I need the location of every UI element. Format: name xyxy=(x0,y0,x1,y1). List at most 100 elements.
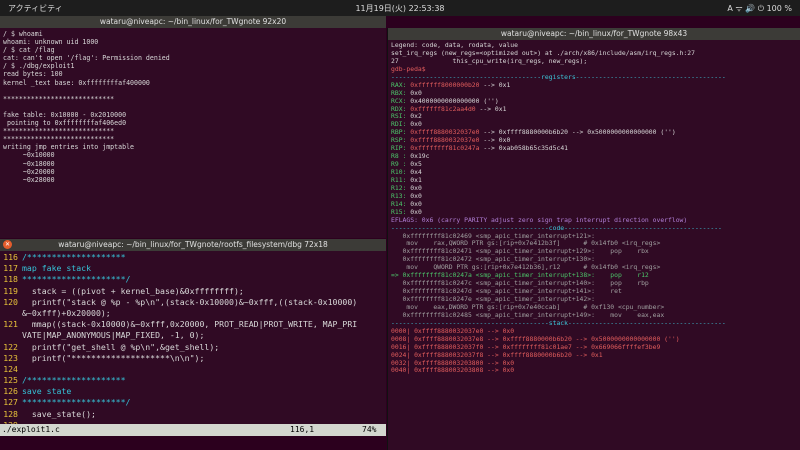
gdb-text: 0xffffffff81c02469 <smp_apic_timer_inter… xyxy=(391,231,595,240)
gdb-text: 0x4 xyxy=(410,168,422,176)
gdb-text: --> 0xffff8880000b6b20 --> 0x50000000000… xyxy=(479,128,676,137)
line-text: &~0xfff)+0x20000); xyxy=(22,307,111,318)
terminal-line: fake table: 0x10000 - 0x2010000 xyxy=(3,110,127,119)
terminal-window-shell[interactable]: wataru@niveapc: ~/bin_linux/for_TWgnote … xyxy=(0,28,386,238)
line-number: 123 xyxy=(3,352,18,363)
close-icon[interactable]: ✕ xyxy=(3,240,12,249)
terminal-line: ~0x28000 xyxy=(3,175,55,184)
line-number: 122 xyxy=(3,341,18,352)
vim-statusline: ./exploit1.c 116,1 74% xyxy=(0,424,386,436)
vim-editor[interactable]: 116 /******************** 117 map fake stac… xyxy=(0,251,386,436)
vim-line: 120 printf("stack @ %p - %p\n",(stack-0x… xyxy=(0,297,386,308)
vim-line: 124 xyxy=(0,364,386,375)
line-text: save_state(); xyxy=(22,408,96,419)
window-title-shell: wataru@niveapc: ~/bin_linux/for_TWgnote … xyxy=(99,17,287,26)
terminal-line: whoami: unknown uid 1000 xyxy=(3,38,99,47)
vim-line: VATE|MAP_ANONYMOUS|MAP_FIXED, -1, 0); xyxy=(0,330,386,341)
line-number: 124 xyxy=(3,363,18,374)
line-number: 116 xyxy=(3,252,18,262)
status-file: ./exploit1.c xyxy=(2,425,60,434)
gdb-text: 0xffffffff81c0247e <smp_apic_timer_inter… xyxy=(391,295,595,303)
gdb-text: 0000| 0xffff8880032037e0 --> 0x0 xyxy=(391,326,515,335)
line-number: 119 xyxy=(3,285,18,296)
gdb-text: RBX: xyxy=(391,88,411,97)
gdb-text: --> 0x1 xyxy=(479,80,511,89)
line-text: *********************/ xyxy=(22,274,131,285)
gdb-terminal[interactable]: Legend: code, data, rodata, value set_irq… xyxy=(388,40,800,450)
terminal-line: **************************** xyxy=(3,135,115,144)
gdb-text: 0x0 xyxy=(410,183,422,192)
system-tray[interactable]: A ᯤ 🔊 ⏻ 100 % xyxy=(727,3,792,14)
line-text: *********************/ xyxy=(22,397,131,408)
gdb-text: 27 this_cpu_write(irq_regs, new_regs); xyxy=(391,56,588,65)
gdb-text: R9 : xyxy=(391,160,411,169)
gdb-text: 0xffffffff81c02485 <smp_apic_timer_inter… xyxy=(391,310,665,319)
gdb-line: RDX: 0xffffff81c2aa4d0 --> 0x1 xyxy=(391,104,797,114)
terminal-titlebar-shell[interactable]: wataru@niveapc: ~/bin_linux/for_TWgnote … xyxy=(0,16,386,28)
gdb-text: 0x0 xyxy=(410,191,422,200)
terminal-line: ~0x20000 xyxy=(3,167,55,176)
vim-buffer[interactable]: 116 /******************** 117 map fake stac… xyxy=(0,251,386,432)
gdb-line: R13: 0x0 xyxy=(391,191,797,201)
terminal-line: / $ cat /flag xyxy=(3,46,55,55)
gdb-line: R12: 0x0 xyxy=(391,183,797,193)
terminal-line: read bytes: 100 xyxy=(3,70,63,79)
vim-titlebar[interactable]: ✕ wataru@niveapc: ~/bin_linux/for_TWgnot… xyxy=(0,239,386,251)
gdb-text: RSI: xyxy=(391,112,411,121)
gdb-text: 0xffffffff81c0247a xyxy=(410,144,480,153)
gdb-text: R11: xyxy=(391,175,411,184)
gdb-line: R9 : 0x5 xyxy=(391,160,797,169)
line-number: 117 xyxy=(3,263,18,274)
gdb-text: 0xffffffff81c02471 <smp_apic_timer_inter… xyxy=(391,247,649,256)
terminal-output[interactable]: / $ whoami whoami: unknown uid 1000/ $ ca… xyxy=(0,28,386,186)
gdb-text: RAX: xyxy=(391,80,411,89)
vim-line: 123 printf("********************\n\n"); xyxy=(0,353,386,364)
gdb-text: RDX: xyxy=(391,104,411,113)
gdb-text: 0xffff8880032037e0 xyxy=(410,136,480,145)
gdb-text: --> 0x0 xyxy=(479,136,511,145)
gdb-output[interactable]: Legend: code, data, rodata, value set_irq… xyxy=(388,40,800,377)
line-text: save state xyxy=(22,386,72,397)
gdb-line: RSI: 0x2 xyxy=(391,112,797,121)
gdb-text: RDI: xyxy=(391,120,411,129)
terminal-line: cat: can't open '/flag': Permission deni… xyxy=(3,54,170,63)
line-text: mmap((stack-0x10000)&~0xfff,0x20000, PRO… xyxy=(22,319,358,330)
line-text: printf("********************\n\n"); xyxy=(22,352,205,363)
gdb-text: 0032| 0xffff888003203800 --> 0x0 xyxy=(391,358,515,367)
terminal-line: kernel _text base: 0xffffffffaf400000 xyxy=(3,78,150,87)
gdb-text: ----------------------------------------… xyxy=(391,318,726,327)
gdb-text: mov eax,DWORD PTR gs:[rip+0x7e40ccab] # … xyxy=(391,302,665,311)
gdb-text: 0x2 xyxy=(410,112,422,121)
line-text: VATE|MAP_ANONYMOUS|MAP_FIXED, -1, 0); xyxy=(22,330,205,341)
gdb-text: 0xffff8880032037e0 xyxy=(410,128,480,137)
gdb-text: --> 0x1 xyxy=(475,104,507,113)
vim-line: 122 printf("get_shell @ %p\n",&get_shell… xyxy=(0,342,386,353)
gdb-line: R11: 0x1 xyxy=(391,175,797,185)
vim-line: 117 map fake stack xyxy=(0,263,386,274)
terminal-line: pointing to 0xffffffffaf406ed0 xyxy=(3,119,127,128)
gdb-text: => 0xffffffff81c0247a <smp_apic_timer_in… xyxy=(391,271,649,280)
line-number: 127 xyxy=(3,397,18,408)
line-number: 125 xyxy=(3,375,18,386)
line-number: 118 xyxy=(3,274,18,285)
gdb-text: 0x0 xyxy=(410,88,422,97)
status-percent: 74% xyxy=(362,425,377,434)
gdb-text: 0040| 0xffff888003203808 --> 0x0 xyxy=(391,366,515,375)
gdb-titlebar[interactable]: wataru@niveapc: ~/bin_linux/for_TWgnote … xyxy=(388,28,800,40)
line-text: /******************** xyxy=(22,252,126,262)
gdb-text: RCX: xyxy=(391,96,411,105)
clock[interactable]: 11月19日(火) 22:53:38 xyxy=(0,3,800,14)
gdb-text: EFLAGS: 0x6 (carry PARITY adjust zero si… xyxy=(391,215,688,224)
terminal-line: **************************** xyxy=(3,94,115,103)
vim-line: &~0xfff)+0x20000); xyxy=(0,308,386,319)
terminal-line: **************************** xyxy=(3,127,115,136)
gdb-text: 0x0 xyxy=(410,199,422,208)
gdb-text: 0008| 0xffff8880032037e8 --> 0xffff88800… xyxy=(391,334,680,343)
gdb-text: 0xffffffff81c02472 <smp_apic_timer_inter… xyxy=(391,255,595,264)
status-position: 116,1 xyxy=(290,425,315,434)
window-title-gdb: wataru@niveapc: ~/bin_linux/for_TWgnote … xyxy=(500,29,688,38)
gdb-text: gdb-peda$ xyxy=(391,64,426,73)
system-top-bar: アクティビティ 11月19日(火) 22:53:38 A ᯤ 🔊 ⏻ 100 % xyxy=(0,0,800,16)
gdb-text: R15: xyxy=(391,207,411,216)
